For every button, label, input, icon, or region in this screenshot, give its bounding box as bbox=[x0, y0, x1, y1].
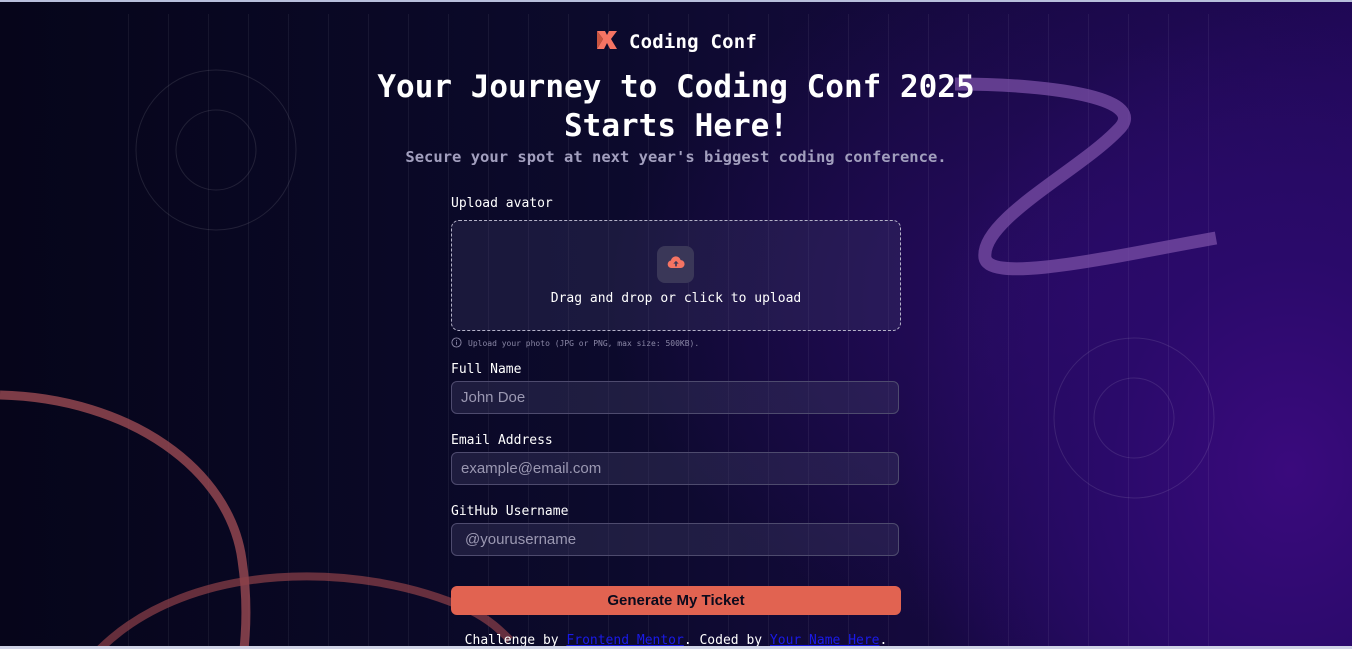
github-username-input[interactable] bbox=[451, 523, 899, 556]
full-name-label: Full Name bbox=[451, 362, 522, 377]
page-title-line1: Your Journey to Coding Conf 2025 bbox=[377, 69, 975, 105]
info-icon bbox=[451, 337, 462, 350]
page-title: Your Journey to Coding Conf 2025 Starts … bbox=[0, 68, 1352, 146]
full-name-input[interactable] bbox=[451, 381, 899, 414]
page-subtitle: Secure your spot at next year's biggest … bbox=[405, 148, 947, 166]
avatar-hint-text: Upload your photo (JPG or PNG, max size:… bbox=[468, 339, 700, 348]
email-label: Email Address bbox=[451, 433, 553, 448]
window-top-border bbox=[0, 0, 1352, 2]
upload-cloud-icon bbox=[666, 253, 686, 277]
brand-logo[interactable]: Coding Conf bbox=[595, 28, 757, 56]
upload-icon-container[interactable] bbox=[657, 246, 694, 283]
brand-name: Coding Conf bbox=[628, 31, 758, 53]
header: Coding Conf bbox=[0, 28, 1352, 56]
dropzone-text: Drag and drop or click to upload bbox=[550, 291, 802, 306]
avatar-label: Upload avator bbox=[451, 196, 553, 211]
page-title-line2: Starts Here! bbox=[564, 108, 788, 144]
ticket-form: Upload avator Drag and drop or click to … bbox=[451, 196, 901, 615]
email-input[interactable] bbox=[451, 452, 899, 485]
logo-icon bbox=[595, 28, 619, 56]
generate-ticket-button[interactable]: Generate My Ticket bbox=[451, 586, 901, 615]
avatar-hint: Upload your photo (JPG or PNG, max size:… bbox=[451, 337, 699, 350]
avatar-dropzone[interactable]: Drag and drop or click to upload bbox=[451, 220, 901, 331]
github-label: GitHub Username bbox=[451, 504, 569, 519]
